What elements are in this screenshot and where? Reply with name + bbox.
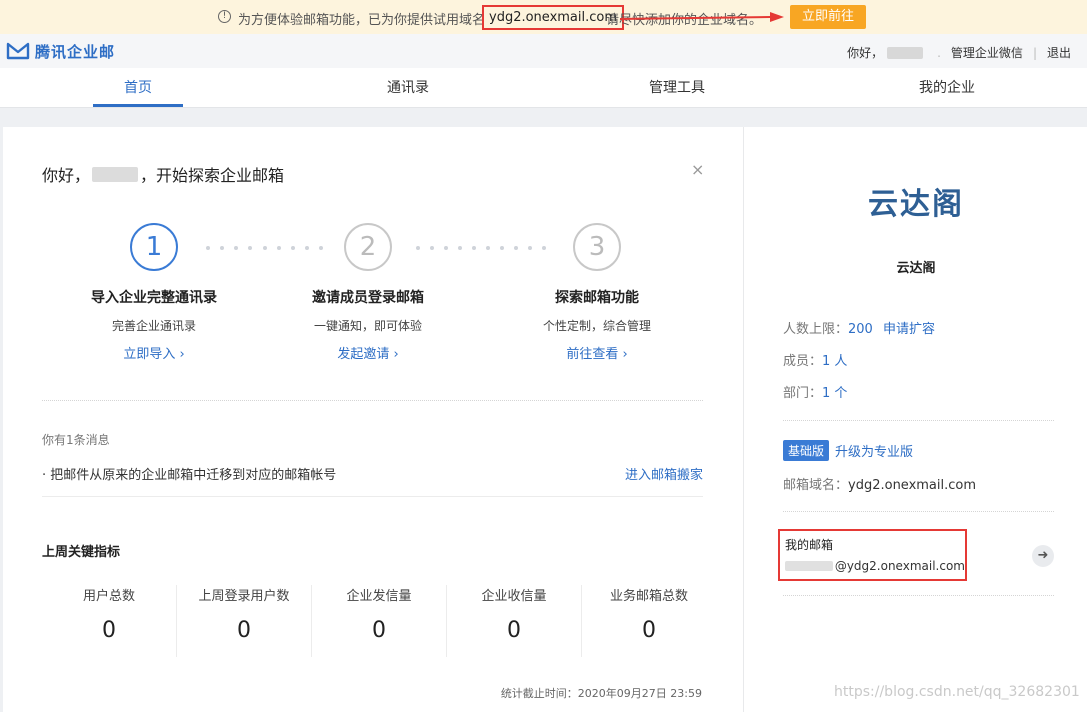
- company-panel: 云达阁 云达阁 人数上限：200 申请扩容 成员：1 人 部门：1 个 基础版 …: [743, 127, 1087, 712]
- kpi-value: 0: [237, 618, 251, 643]
- message-text: · 把邮件从原来的企业邮箱中迁移到对应的邮箱帐号: [42, 468, 337, 483]
- kpi-value: 0: [507, 618, 521, 643]
- step-title: 探索邮箱功能: [555, 290, 639, 306]
- send-invite-link[interactable]: 发起邀请 ›: [268, 343, 468, 362]
- members-row: 成员：1 人: [783, 350, 847, 369]
- logo-text: 腾讯企业邮: [35, 42, 116, 61]
- section-divider: [42, 496, 703, 497]
- mailbox-migration-link[interactable]: 进入邮箱搬家: [625, 464, 703, 483]
- tab-contacts[interactable]: 通讯录: [363, 68, 453, 108]
- go-view-link[interactable]: 前往查看 ›: [497, 343, 697, 362]
- my-mailbox-address: @ydg2.onexmail.com: [785, 559, 965, 573]
- step-title: 导入企业完整通讯录: [91, 290, 217, 306]
- watermark: https://blog.csdn.net/qq_32682301: [834, 684, 1080, 700]
- step-number: 1: [130, 223, 178, 271]
- step-explore-features: 3 探索邮箱功能 个性定制，综合管理 前往查看 ›: [497, 223, 697, 362]
- seat-limit-row: 人数上限：200 申请扩容: [783, 318, 935, 337]
- arrow-right-icon[interactable]: ➜: [1032, 545, 1054, 567]
- kpi-value: 0: [642, 618, 656, 643]
- notice-text-before: 为方便体验邮箱功能，已为你提供试用域名: [238, 13, 486, 28]
- tab-home[interactable]: 首页: [93, 68, 183, 108]
- departments-value[interactable]: 1 个: [822, 386, 847, 401]
- annotation-arrow-icon: [620, 12, 784, 22]
- seat-limit-value: 200: [848, 322, 873, 337]
- company-name: 云达阁: [896, 261, 936, 276]
- section-divider: [783, 595, 1054, 596]
- kpi-label: 业务邮箱总数: [609, 589, 688, 604]
- getting-started-panel: 你好， ，开始探索企业邮箱 × 1 导入企业完整通讯录 完善企业通讯录 立即导入…: [3, 127, 743, 712]
- step-desc: 个性定制，综合管理: [542, 319, 651, 333]
- kpi-title: 上周关键指标: [42, 545, 121, 560]
- my-mailbox-title: 我的邮箱: [785, 538, 834, 552]
- blurred-user-name: [887, 46, 924, 59]
- my-mailbox-card[interactable]: 我的邮箱 @ydg2.onexmail.com: [778, 529, 967, 581]
- kpi-value: 0: [372, 618, 386, 643]
- notice-trial-domain: ydg2.onexmail.com: [482, 5, 625, 30]
- welcome-heading: 你好， ，开始探索企业邮箱: [42, 162, 284, 186]
- kpi-label: 上周登录用户数: [198, 589, 290, 604]
- top-header: 腾讯企业邮 你好， . 管理企业微信 | 退出: [0, 34, 1087, 68]
- welcome-prefix: 你好，: [42, 166, 91, 185]
- kpi-grid: 用户总数 0 上周登录用户数 0 企业发信量 0 企业收信量 0 业务邮箱总数 …: [42, 585, 716, 657]
- manage-wecom-link[interactable]: 管理企业微信: [951, 44, 1023, 61]
- header-divider: .: [937, 45, 941, 60]
- kpi-value: 0: [102, 618, 116, 643]
- step-invite-members: 2 邀请成员登录邮箱 一键通知，即可体验 发起邀请 ›: [268, 223, 468, 362]
- members-label: 成员：: [783, 354, 823, 369]
- import-now-link[interactable]: 立即导入 ›: [54, 343, 254, 362]
- request-expansion-link[interactable]: 申请扩容: [883, 322, 935, 337]
- close-icon[interactable]: ×: [691, 160, 704, 179]
- stat-cutoff-time: 统计截止时间：2020年09月27日 23:59: [500, 687, 702, 700]
- kpi-label: 用户总数: [82, 589, 135, 604]
- section-divider: [783, 420, 1054, 421]
- section-divider: [783, 511, 1054, 512]
- step-number: 3: [573, 223, 621, 271]
- step-title: 邀请成员登录邮箱: [312, 290, 424, 306]
- message-count: 你有1条消息: [42, 433, 110, 447]
- message-item: · 把邮件从原来的企业邮箱中迁移到对应的邮箱帐号 进入邮箱搬家: [42, 464, 703, 483]
- departments-row: 部门：1 个: [783, 382, 847, 401]
- step-desc: 一键通知，即可体验: [313, 319, 422, 333]
- edition-row: 基础版 升级为专业版: [783, 440, 913, 461]
- kpi-label: 企业发信量: [346, 589, 412, 604]
- tab-my-company[interactable]: 我的企业: [902, 68, 992, 108]
- section-divider: [42, 400, 703, 401]
- company-logo: 云达阁: [868, 187, 964, 222]
- logout-link[interactable]: 退出: [1047, 44, 1071, 61]
- kpi-received-mail: 企业收信量 0: [447, 585, 582, 657]
- tencent-exmail-logo[interactable]: 腾讯企业邮: [6, 41, 115, 61]
- mail-domain-label: 邮箱域名：: [783, 478, 849, 493]
- kpi-sent-mail: 企业发信量 0: [312, 585, 447, 657]
- step-desc: 完善企业通讯录: [111, 319, 196, 333]
- kpi-business-mailboxes: 业务邮箱总数 0: [582, 585, 716, 657]
- kpi-logged-in-users: 上周登录用户数 0: [177, 585, 312, 657]
- header-user-area: 你好， . 管理企业微信 | 退出: [847, 44, 1071, 61]
- main-nav: 首页 通讯录 管理工具 我的企业: [0, 68, 1087, 108]
- seat-limit-label: 人数上限：: [783, 322, 849, 337]
- step-number: 2: [344, 223, 392, 271]
- tab-admin-tools[interactable]: 管理工具: [632, 68, 722, 108]
- header-divider: |: [1032, 45, 1037, 60]
- header-greeting: 你好，: [847, 46, 884, 60]
- members-value[interactable]: 1 人: [822, 354, 847, 369]
- logo-icon: [6, 42, 30, 60]
- kpi-total-users: 用户总数 0: [42, 585, 177, 657]
- mail-domain-row: 邮箱域名：ydg2.onexmail.com: [783, 474, 976, 493]
- info-icon: !: [218, 10, 231, 23]
- trial-domain-notice: ! 为方便体验邮箱功能，已为你提供试用域名 ydg2.onexmail.com …: [0, 0, 1087, 34]
- mailbox-domain-suffix: @ydg2.onexmail.com: [834, 559, 965, 573]
- welcome-suffix: ，开始探索企业邮箱: [140, 166, 285, 185]
- mail-domain-value: ydg2.onexmail.com: [848, 478, 977, 493]
- step-import-contacts: 1 导入企业完整通讯录 完善企业通讯录 立即导入 ›: [54, 223, 254, 362]
- blurred-user-name: [92, 166, 139, 182]
- home-card: 你好， ，开始探索企业邮箱 × 1 导入企业完整通讯录 完善企业通讯录 立即导入…: [3, 127, 1087, 712]
- blurred-mail-prefix: [785, 561, 833, 571]
- kpi-label: 企业收信量: [481, 589, 547, 604]
- upgrade-link[interactable]: 升级为专业版: [835, 441, 913, 460]
- departments-label: 部门：: [783, 386, 823, 401]
- go-now-button[interactable]: 立即前往: [790, 5, 866, 29]
- edition-badge: 基础版: [783, 440, 830, 461]
